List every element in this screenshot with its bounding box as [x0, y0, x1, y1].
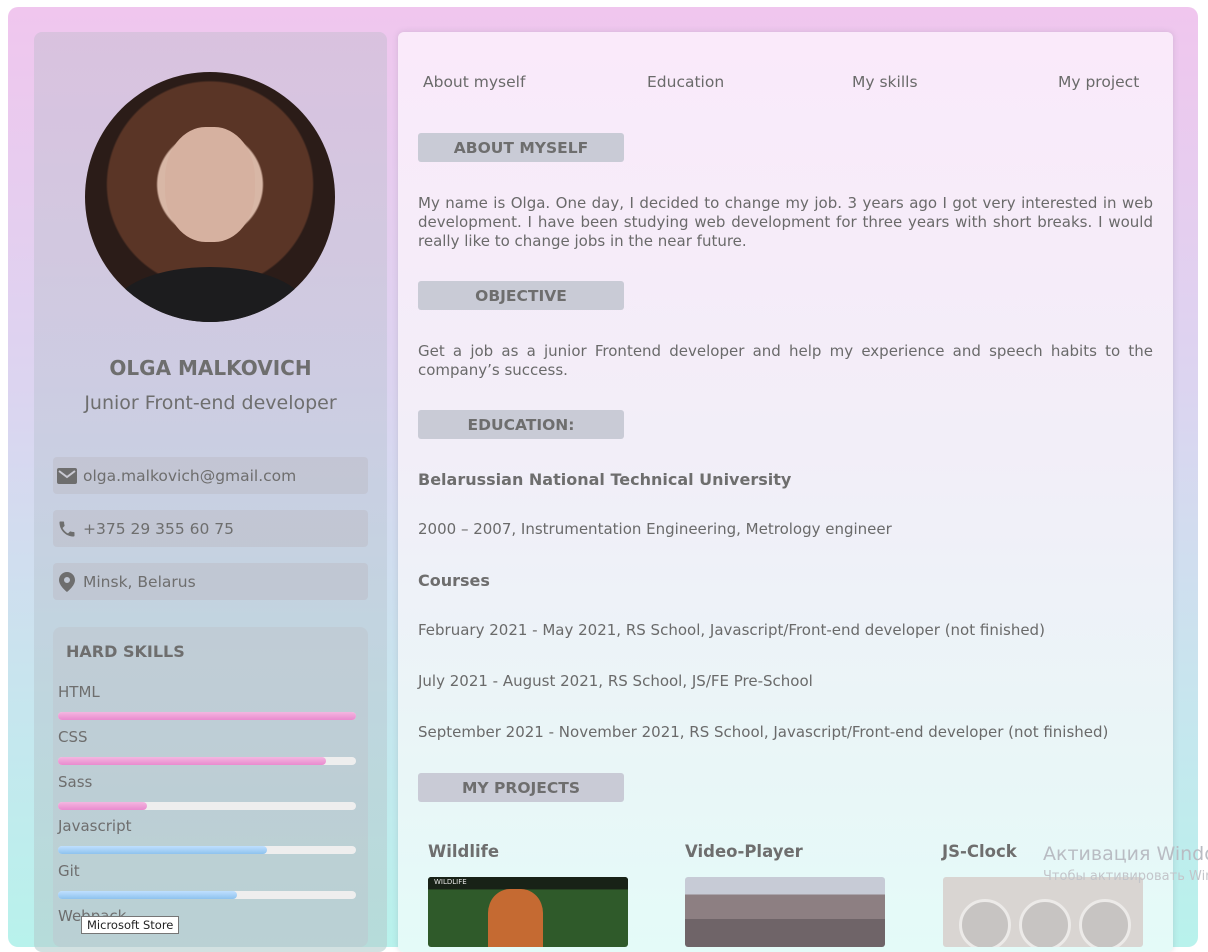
clock-face [1079, 899, 1131, 947]
skill-bar-fill [58, 712, 356, 720]
fox-image [488, 889, 543, 947]
skill-bar [58, 891, 356, 899]
nav-skills[interactable]: My skills [852, 73, 918, 91]
project-title-js-clock[interactable]: JS-Clock [942, 842, 1017, 861]
tooltip: Microsoft Store [81, 916, 180, 934]
skill-bar [58, 846, 356, 854]
skill-label: Git [58, 862, 80, 880]
contact-location-text: Minsk, Belarus [83, 572, 196, 591]
skill-bar [58, 802, 356, 810]
thumbnail-navbar: WILDLIFE [428, 877, 628, 889]
profile-role: Junior Front-end developer [84, 392, 337, 414]
skill-bar [58, 712, 356, 720]
hard-skills-panel: HARD SKILLS HTML CSS Sass Javascript Git… [53, 627, 368, 947]
thumbnail-logo-text: WILDLIFE [434, 878, 467, 886]
skill-bar [58, 757, 356, 765]
education-heading: EDUCATION: [418, 410, 624, 439]
phone-icon [56, 518, 78, 540]
avatar-face [165, 127, 255, 242]
activation-watermark-subtitle: Чтобы активировать Windows [1043, 869, 1208, 884]
university-name: Belarussian National Technical Universit… [418, 470, 792, 489]
about-text: My name is Olga. One day, I decided to c… [418, 194, 1153, 250]
location-pin-icon [56, 571, 78, 593]
skill-bar-fill [58, 846, 267, 854]
about-heading: ABOUT MYSELF [418, 133, 624, 162]
courses-title: Courses [418, 571, 490, 590]
nav-education[interactable]: Education [647, 73, 724, 91]
activation-watermark-title: Активация Windows [1043, 843, 1208, 865]
avatar-shirt [115, 267, 305, 322]
avatar [85, 72, 335, 322]
contact-location[interactable]: Minsk, Belarus [53, 563, 368, 600]
project-title-video-player[interactable]: Video-Player [685, 842, 803, 861]
skill-bar-fill [58, 802, 148, 810]
profile-name: OLGA MALKOVICH [109, 356, 312, 380]
contact-email[interactable]: olga.malkovich@gmail.com [53, 457, 368, 494]
skill-label: Sass [58, 773, 93, 791]
nav-project[interactable]: My project [1058, 73, 1139, 91]
nav-about[interactable]: About myself [423, 73, 525, 91]
university-detail: 2000 – 2007, Instrumentation Engineering… [418, 520, 892, 538]
skill-label: HTML [58, 683, 100, 701]
course-item: February 2021 - May 2021, RS School, Jav… [418, 621, 1045, 639]
skill-bar-fill [58, 891, 237, 899]
clock-face [959, 899, 1011, 947]
objective-heading: OBJECTIVE [418, 281, 624, 310]
skill-label: Javascript [58, 817, 132, 835]
hard-skills-title: HARD SKILLS [66, 642, 185, 661]
contact-phone-text: +375 29 355 60 75 [83, 519, 235, 538]
mail-icon [56, 465, 78, 487]
project-thumbnail-video-player[interactable] [685, 877, 885, 947]
contact-phone[interactable]: +375 29 355 60 75 [53, 510, 368, 547]
objective-text: Get a job as a junior Frontend developer… [418, 342, 1153, 379]
projects-heading: MY PROJECTS [418, 773, 624, 802]
course-item: July 2021 - August 2021, RS School, JS/F… [418, 672, 813, 690]
contact-email-text: olga.malkovich@gmail.com [83, 466, 297, 485]
course-item: September 2021 - November 2021, RS Schoo… [418, 723, 1109, 741]
skill-bar-fill [58, 757, 327, 765]
project-thumbnail-wildlife[interactable]: WILDLIFE [428, 877, 628, 947]
main-content [398, 32, 1173, 952]
clock-face [1019, 899, 1071, 947]
project-title-wildlife[interactable]: Wildlife [428, 842, 499, 861]
project-thumbnail-js-clock[interactable] [943, 877, 1143, 947]
skill-label: CSS [58, 728, 88, 746]
